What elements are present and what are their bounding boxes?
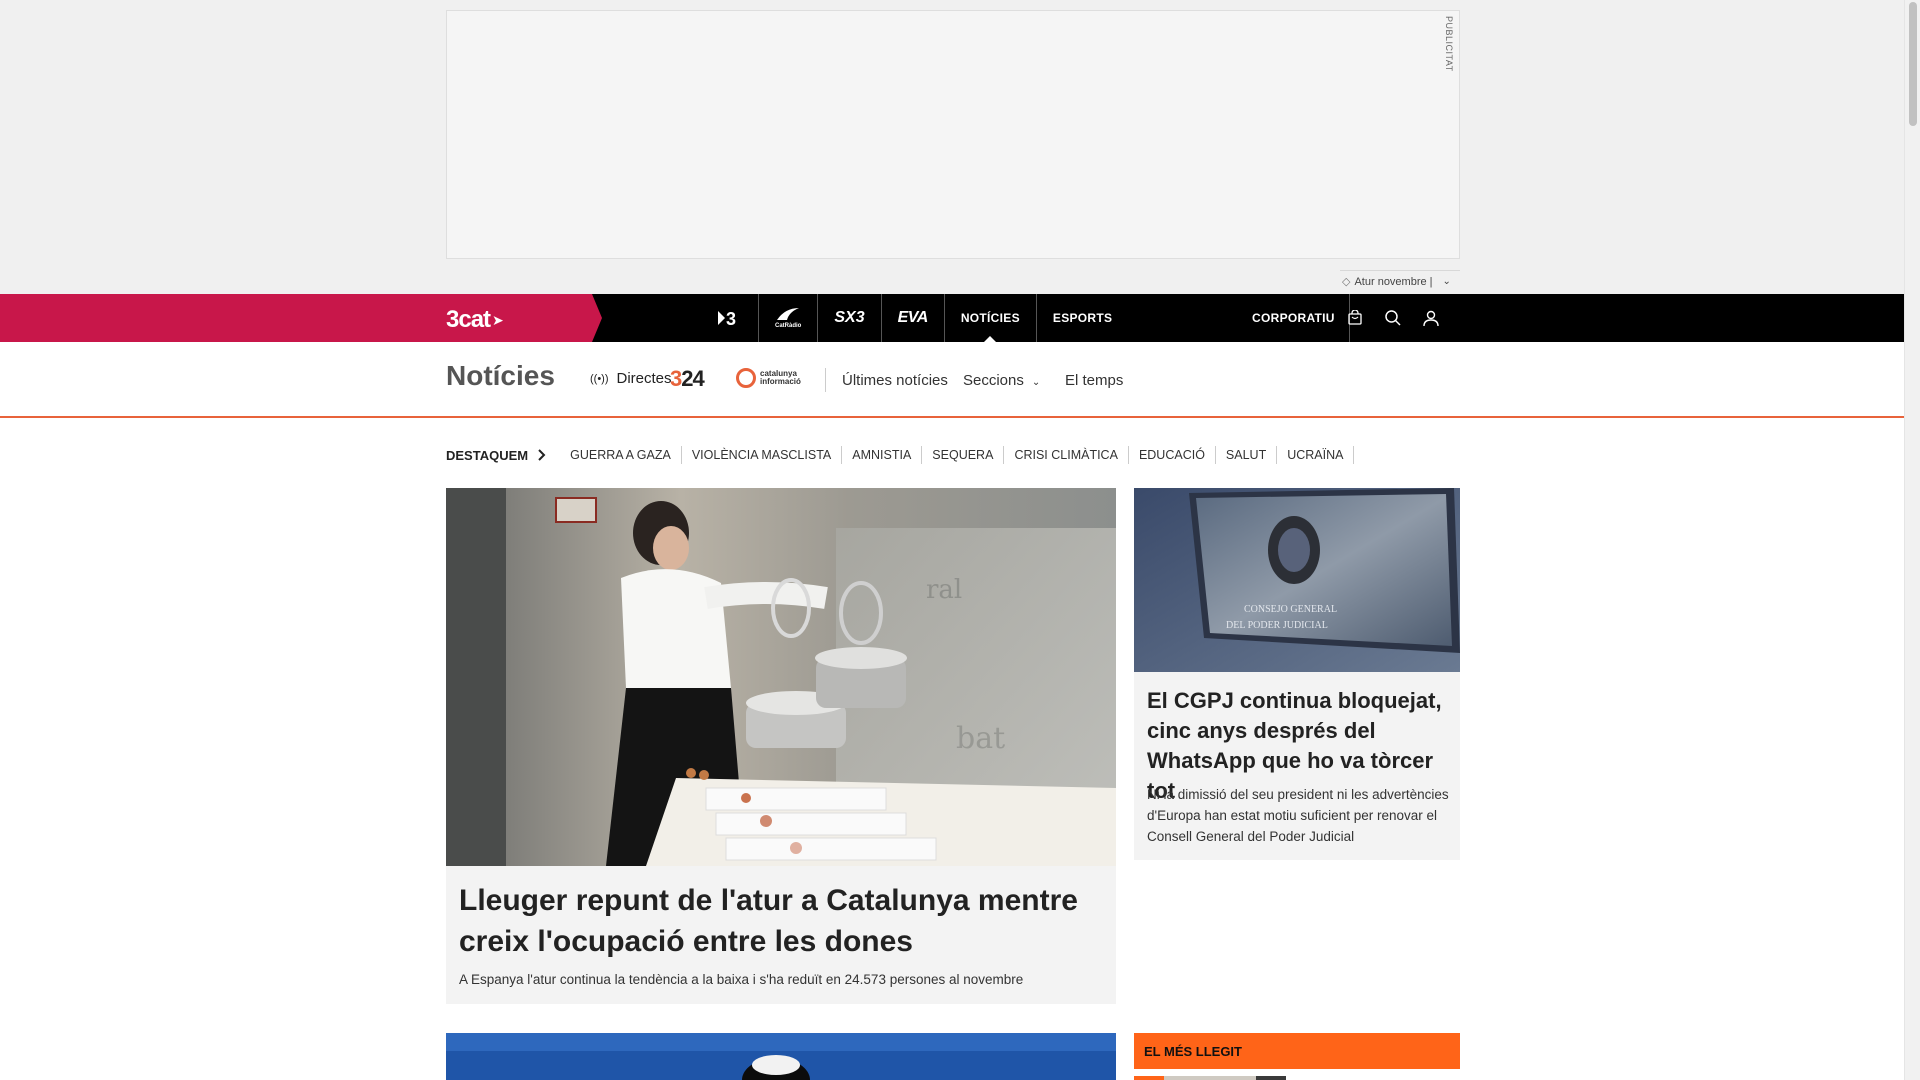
- eva-label: EVA: [897, 309, 929, 326]
- tag-item[interactable]: GUERRA A GAZA: [560, 446, 682, 464]
- glass-lettering: ral: [926, 575, 962, 605]
- sx3-label: SX3: [834, 309, 865, 326]
- 3cat-logo[interactable]: 3cat ➤: [446, 306, 504, 334]
- sections-label: Seccions: [963, 372, 1024, 389]
- nav-noticies[interactable]: NOTÍCIES: [945, 294, 1037, 342]
- brand-name: 3cat: [446, 306, 491, 333]
- tv3-logo-icon: 3: [718, 309, 736, 328]
- search-icon[interactable]: [1384, 309, 1402, 327]
- channel-catradio-logo[interactable]: CatRàdio: [759, 294, 819, 342]
- featured-heading-label: DESTAQUEM: [446, 447, 529, 463]
- tag-item[interactable]: VIOLÈNCIA MASCLISTA: [682, 446, 843, 464]
- tag-item[interactable]: AMNISTIA: [842, 446, 923, 464]
- nav-icons: [1346, 294, 1440, 342]
- side-article-subtitle: Ni la dimissió del seu president ni les …: [1147, 787, 1449, 844]
- section-header: Notícies ((•)) Directes 324 catalunya in…: [0, 342, 1904, 418]
- ad-banner[interactable]: [446, 10, 1460, 259]
- main-article-subtitle: A Espanya l'atur continua la tendència a…: [459, 972, 1024, 987]
- 324-logo[interactable]: 324: [670, 366, 705, 392]
- ci-circle-icon: [736, 368, 756, 388]
- broadcast-icon: ((•)): [590, 372, 609, 385]
- live-label: Directes: [616, 370, 672, 387]
- brand-band: [0, 294, 602, 342]
- tag-item[interactable]: CRISI CLIMÀTICA: [1004, 446, 1129, 464]
- most-read-header: EL MÉS LLEGIT: [1134, 1033, 1460, 1069]
- chevron-down-icon: ⌄: [1031, 377, 1041, 388]
- most-read-thumbnail-strip: [1134, 1076, 1287, 1080]
- next-article-image[interactable]: [446, 1033, 1116, 1080]
- ad-area: PUBLICITAT ◇ Atur novembre | ⌄: [0, 0, 1904, 294]
- play-arrows-icon: ➤: [492, 311, 504, 328]
- top-navigation: 3cat ➤ 3 CatRàdio SX3 EVA NOTÍCIES ESPOR…: [0, 294, 1904, 342]
- channel-list: 3 CatRàdio SX3 EVA NOTÍCIES ESPORTS: [700, 294, 1128, 342]
- user-icon[interactable]: [1422, 309, 1440, 327]
- tag-item[interactable]: UCRAÏNA: [1277, 446, 1355, 464]
- main-article-image[interactable]: ral bat: [446, 488, 1116, 866]
- chevron-down-icon: ⌄: [1442, 276, 1451, 287]
- ad-topic-dropdown[interactable]: ◇ Atur novembre | ⌄: [1340, 270, 1460, 292]
- main-article-card[interactable]: ral bat Lleuger repunt de l'atur a Catal…: [446, 488, 1116, 1004]
- page-title[interactable]: Notícies: [446, 360, 555, 392]
- tag-item[interactable]: SALUT: [1216, 446, 1278, 464]
- latest-news-link[interactable]: Últimes notícies: [842, 372, 948, 389]
- channel-sx3-logo[interactable]: SX3: [818, 294, 882, 342]
- plaque-line1: CONSEJO GENERAL: [1244, 604, 1337, 615]
- side-article-card[interactable]: CONSEJO GENERAL DEL PODER JUDICIAL El CG…: [1134, 488, 1460, 860]
- catradio-label: CatRàdio: [775, 322, 802, 329]
- nav-corporatiu[interactable]: CORPORATIU: [1252, 294, 1350, 342]
- plaque-line2: DEL PODER JUDICIAL: [1226, 620, 1328, 631]
- page-scrollbar[interactable]: [1904, 0, 1920, 1080]
- tv3-number: 3: [726, 309, 736, 328]
- shopping-bag-icon[interactable]: [1346, 309, 1364, 327]
- header-divider: [825, 368, 826, 392]
- featured-tags: DESTAQUEM GUERRA A GAZA VIOLÈNCIA MASCLI…: [446, 444, 1355, 466]
- live-link[interactable]: ((•)) Directes: [590, 370, 672, 387]
- svg-text:bat: bat: [956, 721, 1005, 756]
- channel-eva-logo[interactable]: EVA: [882, 294, 945, 342]
- weather-link[interactable]: El temps: [1065, 372, 1123, 389]
- featured-heading[interactable]: DESTAQUEM: [446, 448, 546, 463]
- channel-tv3-logo[interactable]: 3: [700, 294, 759, 342]
- tag-item[interactable]: EDUCACIÓ: [1129, 446, 1216, 464]
- ad-topic-label: Atur novembre |: [1354, 275, 1433, 288]
- side-article-image[interactable]: CONSEJO GENERAL DEL PODER JUDICIAL: [1134, 488, 1460, 672]
- catalunya-informacio-logo[interactable]: catalunya informació: [736, 368, 801, 388]
- tag-icon: ◇: [1342, 276, 1351, 288]
- catradio-logo-icon: [777, 307, 800, 320]
- nav-corporatiu-label: CORPORATIU: [1252, 311, 1335, 325]
- ci-line2: informació: [760, 377, 801, 386]
- chevron-right-icon: [538, 449, 546, 461]
- ci-logo-text: catalunya informació: [760, 370, 801, 386]
- nav-esports-label: ESPORTS: [1052, 311, 1113, 325]
- ad-label: PUBLICITAT: [1444, 16, 1454, 72]
- 324-logo-3: 3: [670, 366, 682, 391]
- 324-logo-24: 24: [681, 366, 705, 391]
- scrollbar-thumb[interactable]: [1909, 2, 1917, 126]
- nav-esports[interactable]: ESPORTS: [1037, 294, 1128, 342]
- sections-dropdown[interactable]: Seccions ⌄: [963, 372, 1040, 389]
- nav-noticies-label: NOTÍCIES: [960, 311, 1020, 325]
- main-article-title[interactable]: Lleuger repunt de l'atur a Catalunya men…: [459, 880, 1099, 962]
- most-read-label: EL MÉS LLEGIT: [1144, 1043, 1242, 1059]
- tag-item[interactable]: SEQUERA: [922, 446, 1005, 464]
